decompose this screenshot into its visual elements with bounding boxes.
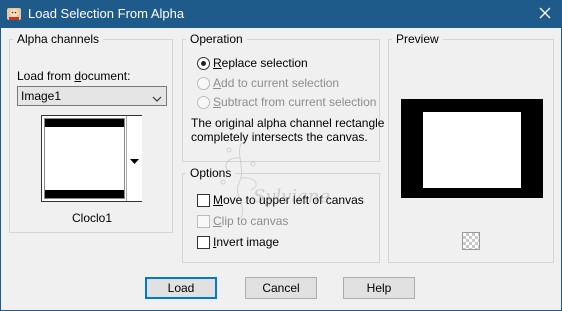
channel-thumbnail-white <box>45 127 124 190</box>
preview-image-white <box>423 112 521 188</box>
radio-replace-selection[interactable] <box>197 57 210 70</box>
dialog-client: Alpha channels Load from document: Image… <box>1 28 561 310</box>
document-select-value: Image1 <box>21 89 62 103</box>
close-button[interactable] <box>528 0 562 28</box>
load-button[interactable]: Load <box>145 277 217 299</box>
checkbox-invert-image[interactable] <box>197 236 210 249</box>
close-icon <box>539 7 551 22</box>
chevron-down-icon <box>152 92 162 106</box>
load-from-document-label: Load from document: <box>17 69 131 83</box>
operation-message-line2: completely intersects the canvas. <box>191 130 368 144</box>
move-to-upper-left-label: Move to upper left of canvas <box>213 193 364 207</box>
app-icon <box>6 6 22 22</box>
thumbnail-dropdown[interactable] <box>126 116 142 201</box>
options-title: Options <box>186 167 236 179</box>
alpha-channels-title: Alpha channels <box>13 33 104 45</box>
dropdown-arrow-icon <box>130 154 139 168</box>
checkbox-clip-to-canvas[interactable] <box>197 215 210 228</box>
channel-thumbnail <box>44 118 125 199</box>
add-to-selection-label: Add to current selection <box>213 76 340 90</box>
help-button[interactable]: Help <box>343 277 415 299</box>
radio-add-to-selection[interactable] <box>197 77 210 90</box>
transparency-toggle-icon[interactable] <box>462 232 480 250</box>
radio-dot <box>201 61 206 66</box>
title-bar[interactable]: Load Selection From Alpha <box>0 0 562 28</box>
clip-to-canvas-label: Clip to canvas <box>213 214 289 228</box>
operation-group: Operation Replace selection Add to curre… <box>182 33 384 162</box>
preview-title: Preview <box>392 33 443 45</box>
checkbox-move-to-upper-left[interactable] <box>197 194 210 207</box>
window-title: Load Selection From Alpha <box>28 6 185 21</box>
dialog-window: Load Selection From Alpha Alpha channels… <box>0 0 562 311</box>
operation-title: Operation <box>186 33 247 45</box>
radio-subtract-from-selection[interactable] <box>197 96 210 109</box>
operation-message-line1: The original alpha channel rectangle <box>191 116 385 130</box>
channel-name: Cloclo1 <box>72 211 113 225</box>
options-group: Options Move to upper left of canvas Cli… <box>182 167 380 263</box>
invert-image-label: Invert image <box>213 235 280 249</box>
preview-group: Preview <box>388 33 554 263</box>
document-select[interactable]: Image1 <box>17 86 167 106</box>
preview-image <box>401 99 543 198</box>
replace-selection-label: Replace selection <box>213 56 308 70</box>
alpha-channels-group: Alpha channels Load from document: Image… <box>9 33 173 233</box>
cancel-button[interactable]: Cancel <box>245 277 317 299</box>
channel-thumbnail-picker[interactable] <box>41 115 142 202</box>
subtract-from-selection-label: Subtract from current selection <box>213 95 377 109</box>
